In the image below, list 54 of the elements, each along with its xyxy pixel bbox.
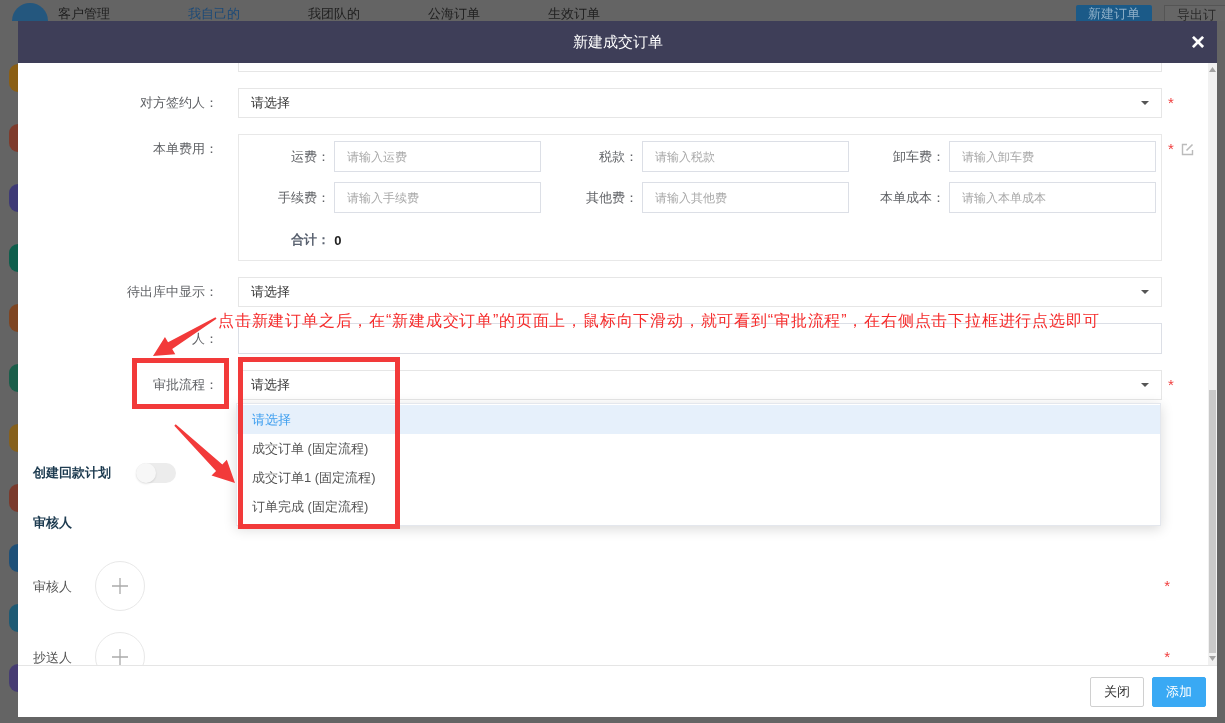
required-mark: *: [1164, 646, 1170, 665]
caret-down-icon: [1141, 290, 1149, 294]
dropdown-option[interactable]: 成交订单1 (固定流程): [237, 463, 1160, 492]
input-field[interactable]: 请输入手续费: [334, 182, 542, 213]
input-field[interactable]: 请输入其他费: [641, 182, 849, 213]
field-label: 本单费用：: [153, 140, 218, 158]
fee-label: 运费：: [291, 147, 331, 166]
plus-icon: [112, 649, 128, 665]
annotation-text: 点击新建订单之后，在“新建成交订单”的页面上，鼠标向下滑动，就可看到“审批流程”，在右侧点击下拉框进行点选即可: [218, 311, 1100, 330]
reviewer-label: 审核人: [33, 579, 72, 594]
scroll-down-icon[interactable]: [1209, 656, 1216, 661]
field-label: 待出库中显示：: [127, 283, 218, 301]
plus-icon: [112, 578, 128, 594]
field-label: 对方签约人：: [140, 94, 218, 112]
scroll-up-icon[interactable]: [1209, 67, 1216, 72]
select-field[interactable]: 请选择: [238, 277, 1162, 307]
logo-icon: [12, 3, 48, 21]
dialog-title: 新建成交订单: [572, 32, 663, 52]
total-label: 合计：: [291, 231, 331, 250]
section-heading: 审核人: [33, 514, 72, 533]
total-value: 0: [334, 233, 342, 248]
required-mark: *: [1164, 575, 1170, 596]
input-field[interactable]: 请输入本单成本: [949, 182, 1156, 213]
fee-label: 手续费：: [278, 188, 331, 207]
fee-label: 卸车费：: [893, 147, 945, 166]
fee-label: 本单成本：: [880, 188, 945, 207]
arrow: [174, 424, 235, 483]
arrow: [153, 317, 217, 356]
field-label: 审批流程：: [153, 376, 218, 394]
caret-down-icon: [1141, 101, 1149, 105]
required-mark: *: [1168, 375, 1174, 395]
select-field[interactable]: 请选择: [238, 88, 1162, 118]
input-field[interactable]: 请输入运费: [334, 141, 542, 172]
edit-icon[interactable]: [1180, 143, 1194, 156]
reviewer-label: 抄送人: [33, 650, 72, 665]
add-person-button[interactable]: [95, 561, 145, 611]
dropdown-option[interactable]: 成交订单 (固定流程): [237, 434, 1160, 463]
required-mark: *: [1168, 139, 1174, 159]
dialog-button[interactable]: 关闭: [1090, 676, 1144, 707]
section-label: 创建回款计划: [33, 464, 111, 483]
input-field[interactable]: [238, 63, 1162, 72]
required-mark: *: [1168, 93, 1174, 113]
fee-label: 其他费：: [585, 188, 638, 207]
field-label: 人：: [192, 330, 218, 348]
toggle-switch[interactable]: [136, 463, 176, 483]
input-field[interactable]: 请输入卸车费: [949, 141, 1156, 172]
app-title: 客户管理: [58, 7, 110, 21]
scrollbar-thumb[interactable]: [1209, 390, 1216, 653]
dropdown-option[interactable]: 订单完成 (固定流程): [237, 492, 1160, 521]
input-field[interactable]: 请输入税款: [641, 141, 849, 172]
fee-label: 税款：: [598, 147, 638, 166]
caret-down-icon: [1141, 383, 1149, 387]
close-button[interactable]: ×: [1191, 30, 1205, 54]
scrollbar[interactable]: [1208, 63, 1217, 665]
